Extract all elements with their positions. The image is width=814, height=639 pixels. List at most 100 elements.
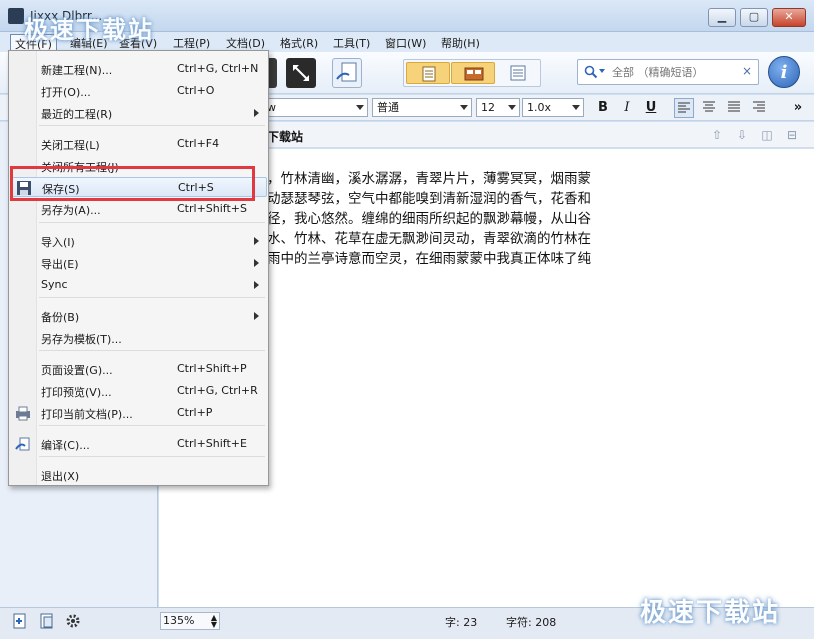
char-count: 字: 23 (445, 616, 478, 629)
menu-item[interactable]: 新建工程(N)... Ctrl+G, Ctrl+N (11, 59, 267, 79)
add-folder-icon[interactable] (37, 611, 57, 631)
line-spacing-value: 1.0x (527, 101, 552, 114)
menu-item-shortcut: Ctrl+F4 (177, 137, 220, 150)
watermark-bottom: 极速下载站 (640, 598, 781, 628)
font-style-select[interactable]: w (262, 98, 368, 117)
search-input[interactable] (612, 64, 737, 80)
menu-item[interactable]: 打开(O)... Ctrl+O (11, 81, 267, 101)
view-corkboard-icon[interactable] (451, 62, 495, 84)
menu-item-shortcut: Ctrl+O (177, 84, 215, 97)
bold-button[interactable]: B (593, 98, 613, 118)
menu-separator (39, 456, 265, 457)
menu-item[interactable]: 退出(X) (11, 465, 267, 485)
menu-item[interactable]: 打印当前文档(P)... Ctrl+P (11, 403, 267, 423)
line-spacing-select[interactable]: 1.0x (522, 98, 584, 117)
menu-item-label: 关闭工程(L) (41, 139, 100, 152)
compile-icon[interactable] (332, 58, 362, 88)
menu-item[interactable]: 关闭工程(L) Ctrl+F4 (11, 134, 267, 154)
app-icon (8, 8, 24, 24)
help-button[interactable]: i (768, 56, 800, 88)
menu-item[interactable]: 导入(I) (11, 231, 267, 251)
menu-item[interactable]: 编译(C)... Ctrl+Shift+E (11, 434, 267, 454)
add-document-icon[interactable] (10, 611, 30, 631)
align-left-button[interactable] (674, 98, 694, 118)
menu-item[interactable]: 另存为(A)... Ctrl+Shift+S (11, 199, 267, 219)
menu-item-shortcut: Ctrl+G, Ctrl+R (177, 384, 258, 397)
arrow-up-icon[interactable]: ⇧ (710, 128, 724, 142)
menu-item-label: 编译(C)... (41, 439, 90, 452)
underline-button[interactable]: U (641, 98, 661, 118)
chevron-down-icon (460, 105, 468, 110)
search-options-chevron-icon[interactable] (599, 69, 605, 73)
paragraph-style-value: 普通 (377, 101, 399, 114)
font-size-select[interactable]: 12 (476, 98, 520, 117)
menu-item[interactable]: 最近的工程(R) (11, 103, 267, 123)
menu-item-label: 导出(E) (41, 258, 79, 271)
menu-item-label: 打开(O)... (41, 86, 91, 99)
menu-item-label: 最近的工程(R) (41, 108, 113, 121)
menu-item-label: 退出(X) (41, 470, 80, 483)
menu-item[interactable]: 备份(B) (11, 306, 267, 326)
menu-help[interactable]: 帮助(H) (437, 34, 484, 52)
document-title: 下载站 (267, 130, 304, 144)
minimize-button[interactable]: ▁ (708, 8, 736, 27)
menu-item-shortcut: Ctrl+Shift+P (177, 362, 247, 375)
split-horizontal-icon[interactable]: ⊟ (785, 128, 799, 142)
menu-separator (39, 350, 265, 351)
menu-item-label: 打印预览(V)... (41, 386, 112, 399)
submenu-arrow-icon (254, 281, 259, 289)
paragraph-style-select[interactable]: 普通 (372, 98, 472, 117)
menu-item[interactable]: 另存为模板(T)... (11, 328, 267, 348)
menu-item-label: 导入(I) (41, 236, 75, 249)
chevron-down-icon (356, 105, 364, 110)
zoom-value: 135% (163, 614, 195, 627)
menu-item[interactable]: 导出(E) (11, 253, 267, 273)
settings-gear-icon[interactable] (63, 611, 83, 631)
align-right-button[interactable] (749, 98, 769, 118)
fullscreen-icon[interactable] (286, 58, 316, 88)
menu-item-shortcut: Ctrl+Shift+E (177, 437, 247, 450)
submenu-arrow-icon (254, 312, 259, 320)
view-document-icon[interactable] (406, 62, 450, 84)
annotation-highlight-box (10, 166, 255, 201)
menu-item-label: 另存为模板(T)... (41, 333, 122, 346)
menu-item-label: 页面设置(G)... (41, 364, 113, 377)
align-center-button[interactable] (699, 98, 719, 118)
menu-item[interactable]: 打印预览(V)... Ctrl+G, Ctrl+R (11, 381, 267, 401)
zoom-select[interactable]: 135% ▲ ▼ (160, 612, 220, 630)
menu-tools[interactable]: 工具(T) (329, 34, 374, 52)
menu-item-label: 新建工程(N)... (41, 64, 113, 77)
word-count: 字符: 208 (506, 616, 557, 629)
file-menu-dropdown: 新建工程(N)... Ctrl+G, Ctrl+N 打开(O)... Ctrl+O 最近… (8, 50, 269, 486)
view-outline-icon[interactable] (496, 62, 540, 84)
search-clear-icon[interactable]: × (742, 64, 752, 78)
menu-separator (39, 425, 265, 426)
view-mode-group (403, 59, 541, 87)
split-vertical-icon[interactable]: ◫ (760, 128, 774, 142)
more-options-button[interactable]: » (788, 98, 808, 118)
search-icon[interactable] (584, 65, 598, 79)
menu-item-label: 另存为(A)... (41, 204, 101, 217)
menu-separator (39, 125, 265, 126)
submenu-arrow-icon (254, 237, 259, 245)
menu-item-shortcut: Ctrl+P (177, 406, 213, 419)
align-justify-button[interactable] (724, 98, 744, 118)
arrow-down-icon[interactable]: ⇩ (735, 128, 749, 142)
menu-item-shortcut: Ctrl+G, Ctrl+N (177, 62, 259, 75)
compile-icon (15, 436, 31, 452)
menu-window[interactable]: 窗口(W) (381, 34, 430, 52)
maximize-button[interactable]: ▢ (740, 8, 768, 27)
zoom-stepper-icon[interactable]: ▲ ▼ (211, 614, 217, 629)
menu-item-shortcut: Ctrl+Shift+S (177, 202, 247, 215)
menu-item[interactable]: 页面设置(G)... Ctrl+Shift+P (11, 359, 267, 379)
menu-item-label: 打印当前文档(P)... (41, 408, 133, 421)
close-button[interactable]: ✕ (772, 8, 806, 27)
search-box: × (577, 59, 759, 85)
chevron-down-icon (508, 105, 516, 110)
italic-button[interactable]: I (617, 98, 637, 118)
menu-format[interactable]: 格式(R) (276, 34, 322, 52)
menu-item-label: Sync (41, 278, 68, 291)
chevron-down-icon (572, 105, 580, 110)
watermark-top: 极速下载站 (24, 16, 154, 44)
menu-item[interactable]: Sync (11, 275, 267, 295)
